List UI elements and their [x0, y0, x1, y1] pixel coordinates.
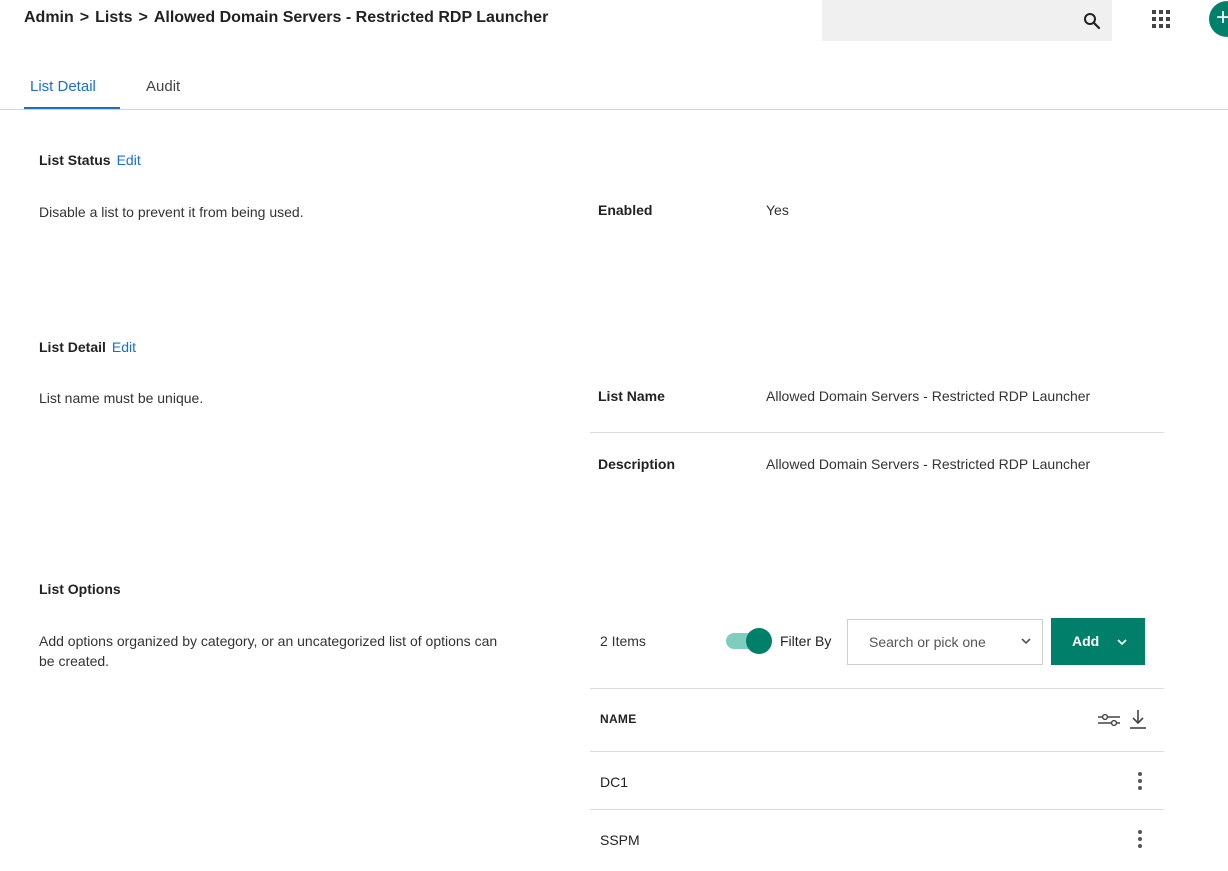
breadcrumb-lists[interactable]: Lists: [95, 9, 132, 26]
enabled-value: Yes: [766, 202, 789, 218]
table-row-name[interactable]: SSPM: [600, 832, 640, 848]
list-name-value: Allowed Domain Servers - Restricted RDP …: [766, 388, 1091, 404]
add-button-label: Add: [1072, 633, 1100, 649]
breadcrumb-separator: >: [138, 9, 148, 26]
tab-list-detail[interactable]: List Detail: [30, 78, 96, 95]
filter-select[interactable]: Search or pick one: [847, 619, 1043, 665]
table-header-border: [590, 751, 1164, 752]
create-button[interactable]: +: [1209, 1, 1228, 37]
breadcrumb: Admin > Lists > Allowed Domain Servers - Res…: [24, 9, 548, 27]
add-button[interactable]: Add: [1051, 618, 1145, 665]
breadcrumb-current: Allowed Domain Servers - Restricted RDP …: [153, 9, 549, 26]
items-count: 2 Items: [600, 633, 646, 649]
list-detail-description: List name must be unique.: [39, 390, 204, 406]
description-label: Description: [598, 456, 676, 472]
more-vertical-icon[interactable]: [1135, 771, 1145, 791]
list-options-title: List Options: [39, 581, 121, 597]
list-detail-edit-link[interactable]: Edit: [112, 339, 136, 355]
table-row-name[interactable]: DC1: [600, 774, 628, 790]
filter-by-label: Filter By: [780, 633, 832, 649]
tab-audit[interactable]: Audit: [146, 78, 180, 95]
chevron-down-icon: [1021, 638, 1031, 645]
list-options-description: Add options organized by category, or an…: [39, 633, 498, 669]
breadcrumb-admin[interactable]: Admin: [24, 9, 74, 26]
list-detail-title: List Detail Edit: [39, 339, 136, 355]
apps-grid-icon[interactable]: [1151, 9, 1171, 29]
list-detail-heading: List Detail: [39, 339, 106, 355]
enabled-label: Enabled: [598, 202, 653, 218]
description-value: Allowed Domain Servers - Restricted RDP …: [766, 456, 1091, 472]
list-status-title: List Status Edit: [39, 152, 141, 168]
list-status-edit-link[interactable]: Edit: [117, 152, 141, 168]
breadcrumb-separator: >: [79, 9, 90, 26]
table-row-border: [590, 809, 1164, 810]
tab-divider: [0, 109, 1228, 110]
chevron-down-icon: [1117, 639, 1127, 646]
global-search: [822, 0, 1112, 41]
table-top-border: [590, 688, 1164, 689]
column-settings-icon[interactable]: [1096, 709, 1124, 729]
list-status-description: Disable a list to prevent it from being …: [39, 204, 304, 220]
download-icon[interactable]: [1128, 708, 1148, 730]
more-vertical-icon[interactable]: [1135, 829, 1145, 849]
filter-select-placeholder: Search or pick one: [869, 634, 986, 650]
search-input[interactable]: [822, 0, 1086, 41]
field-divider: [590, 432, 1164, 433]
search-icon[interactable]: [1083, 12, 1101, 30]
toggle-knob: [746, 628, 772, 654]
list-status-heading: List Status: [39, 152, 111, 168]
filter-toggle[interactable]: [726, 628, 772, 654]
column-header-name[interactable]: NAME: [600, 712, 637, 726]
plus-icon: +: [1216, 4, 1228, 31]
list-name-label: List Name: [598, 388, 665, 404]
